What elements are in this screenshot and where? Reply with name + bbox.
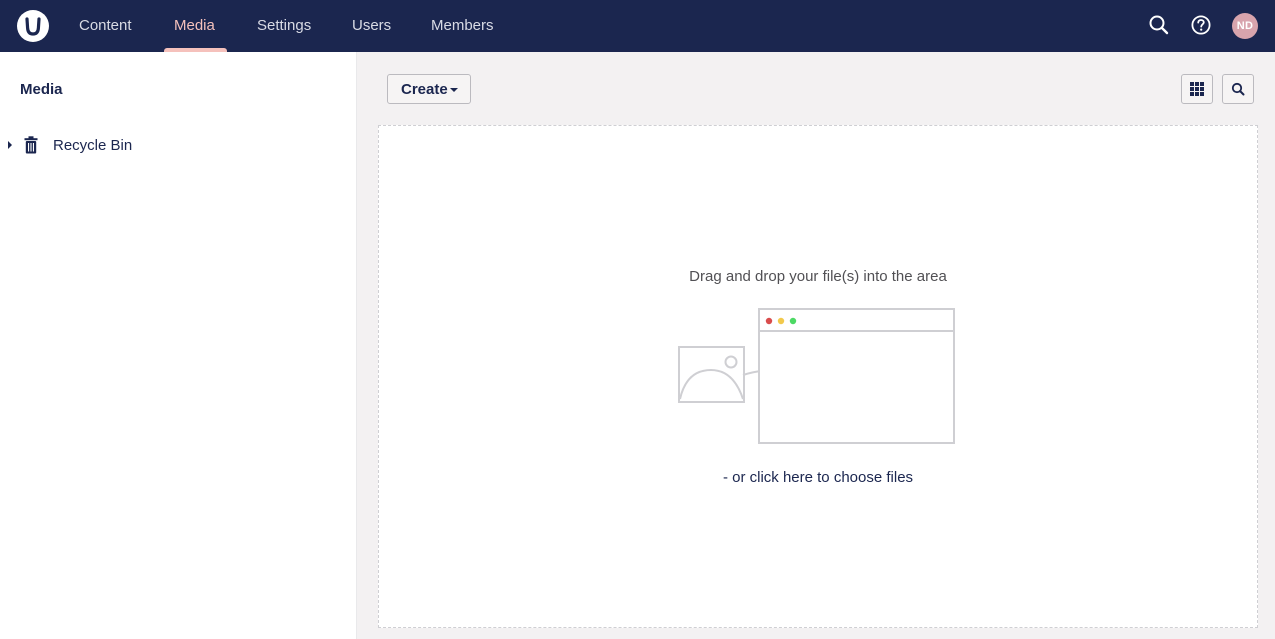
sidebar-item-recycle-bin[interactable]: Recycle Bin <box>0 132 356 160</box>
browser-window-icon <box>758 308 955 444</box>
create-button[interactable]: Create <box>387 74 471 104</box>
create-button-label: Create <box>401 81 448 98</box>
drop-instruction: Drag and drop your file(s) into the area <box>689 268 947 285</box>
search-button[interactable] <box>1222 74 1254 104</box>
umbraco-logo[interactable] <box>17 10 49 42</box>
search-icon[interactable] <box>1148 14 1170 36</box>
upload-illustration <box>678 308 955 444</box>
nav-media[interactable]: Media <box>174 0 215 52</box>
nav-members[interactable]: Members <box>431 0 494 52</box>
nav-settings[interactable]: Settings <box>257 0 311 52</box>
nav-content[interactable]: Content <box>79 0 132 52</box>
photo-image-icon <box>678 346 745 403</box>
user-avatar[interactable]: ND <box>1232 13 1258 39</box>
file-dropzone[interactable]: Drag and drop your file(s) into the area… <box>378 125 1258 628</box>
nav-users[interactable]: Users <box>352 0 391 52</box>
sidebar: Media Recycle Bin <box>0 52 357 639</box>
sidebar-item-label: Recycle Bin <box>53 137 133 154</box>
help-icon[interactable] <box>1190 14 1212 36</box>
top-header: Content Media Settings Users Members ND <box>0 0 1275 52</box>
choose-files-link[interactable]: - or click here to choose files <box>379 469 1257 486</box>
grid-view-button[interactable] <box>1181 74 1213 104</box>
trash-icon <box>24 136 38 159</box>
grid-view-icon <box>1190 82 1204 96</box>
chevron-down-icon <box>450 88 458 92</box>
search-icon <box>1231 82 1245 96</box>
sidebar-title: Media <box>20 81 63 98</box>
expand-caret-icon[interactable] <box>8 141 12 149</box>
